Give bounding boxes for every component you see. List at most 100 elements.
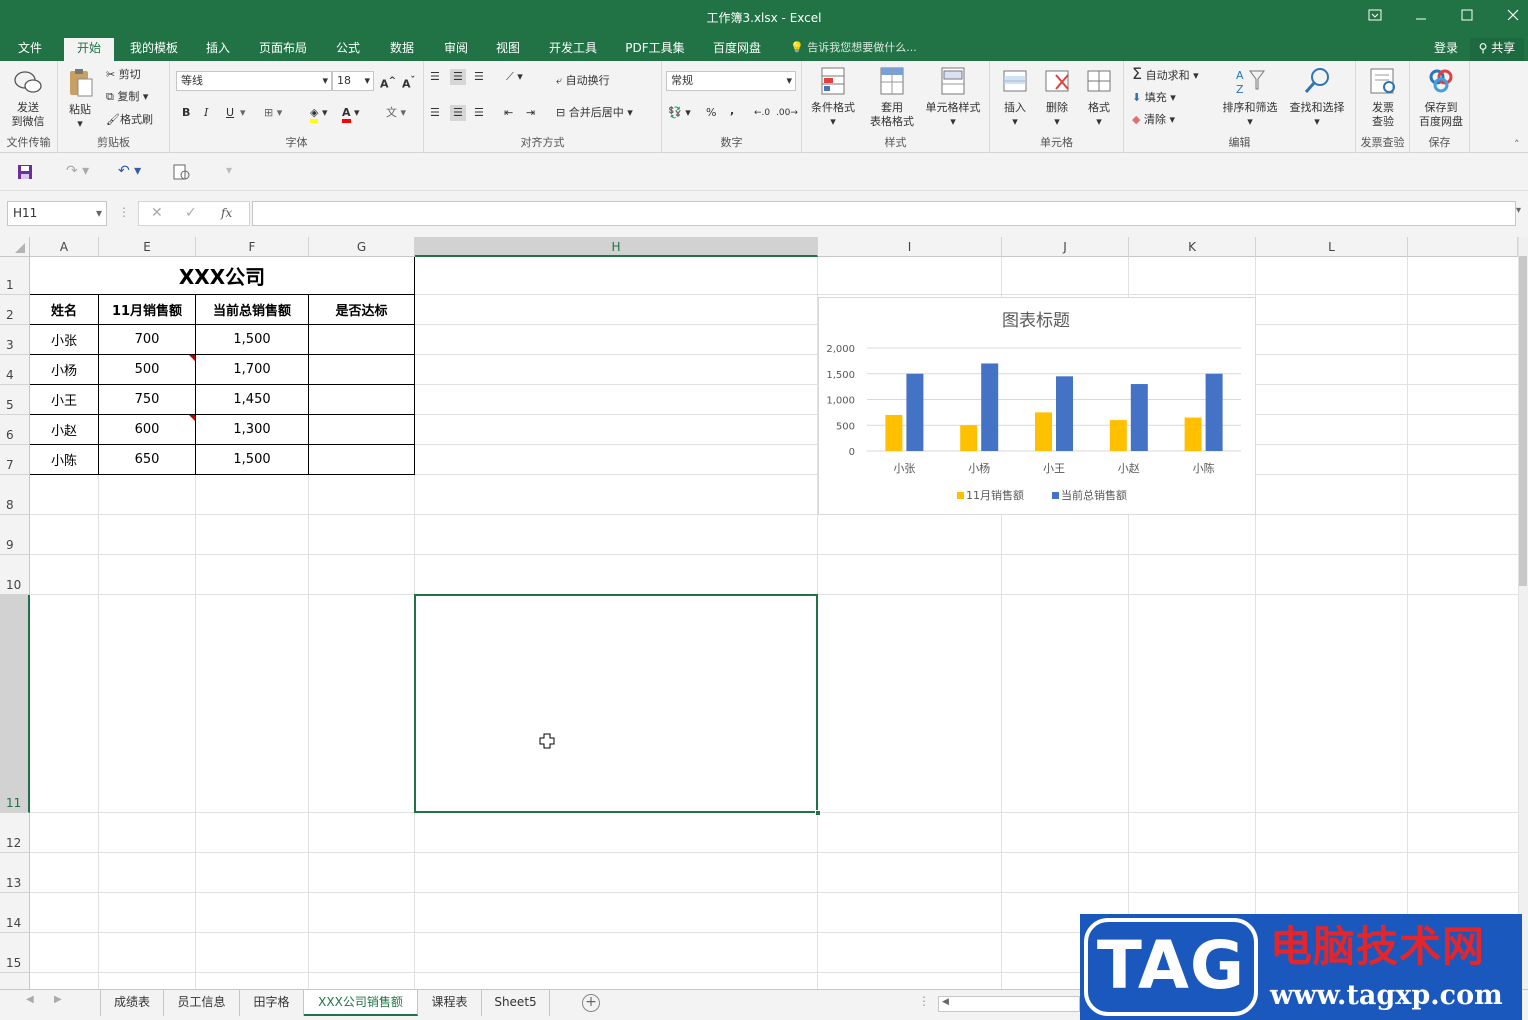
table-title[interactable]: XXX公司 [30, 257, 414, 294]
find-select-button[interactable]: 查找和选择 ▾ [1284, 65, 1350, 129]
column-chart[interactable]: 图表标题 0 500 1,000 1,500 2,000 小张 小杨 小王 小赵 小陈 11月销售额 当… [818, 297, 1256, 515]
table-cell[interactable]: 1,450 [196, 385, 308, 414]
formula-input[interactable] [252, 201, 1516, 226]
border-icon[interactable]: ⊞ ▾ [264, 105, 282, 121]
save-to-baidu-button[interactable]: 保存到 百度网盘 [1414, 65, 1468, 129]
percent-button[interactable]: % [706, 105, 716, 121]
row-header-1[interactable]: 1 [0, 257, 30, 295]
font-name-select[interactable]: 等线 ▾ [176, 71, 332, 91]
column-header-E[interactable]: E [99, 237, 196, 257]
align-center-icon[interactable]: ☰ [450, 105, 466, 121]
sheet-tab-active[interactable]: XXX公司销售额 [304, 990, 418, 1016]
ribbon-display-options-icon[interactable] [1360, 6, 1390, 26]
fill-handle[interactable] [815, 810, 821, 816]
format-painter-button[interactable]: 🖌格式刷 [106, 112, 153, 128]
column-header-H[interactable]: H [415, 237, 818, 257]
tab-home[interactable]: 开始 [64, 38, 114, 61]
minimize-icon[interactable] [1406, 6, 1436, 26]
table-cell[interactable]: 500 [99, 355, 195, 384]
orientation-icon[interactable]: ⟋ ▾ [506, 69, 523, 85]
row-header-9[interactable]: 9 [0, 515, 30, 555]
increase-font-icon[interactable]: A^ [380, 73, 396, 93]
table-cell[interactable]: 700 [99, 325, 195, 354]
table-cell[interactable]: 600 [99, 415, 195, 444]
phonetic-icon[interactable]: 文 ▾ [386, 105, 406, 121]
table-cell[interactable]: 1,300 [196, 415, 308, 444]
comma-button[interactable]: , [730, 103, 734, 119]
insert-function-icon[interactable]: fx [221, 206, 232, 220]
share-button[interactable]: ⚲ 共享 [1470, 38, 1524, 61]
cancel-icon[interactable]: ✕ [151, 205, 163, 221]
split-handle-icon[interactable]: ⋮ [918, 994, 930, 1008]
fill-color-button[interactable]: ◈ ▾ [310, 105, 328, 123]
send-to-wechat-button[interactable]: 发送 到微信 [6, 67, 50, 129]
tab-page-layout[interactable]: 页面布局 [250, 38, 316, 61]
row-header-10[interactable]: 10 [0, 555, 30, 595]
align-middle-icon[interactable]: ☰ [450, 69, 466, 85]
column-header-A[interactable]: A [30, 237, 99, 257]
row-header-3[interactable]: 3 [0, 325, 30, 355]
copy-button[interactable]: ⧉ 复制 ▾ [106, 89, 148, 105]
row-header-4[interactable]: 4 [0, 355, 30, 385]
horizontal-scrollbar[interactable]: ◀ [938, 996, 1080, 1012]
save-icon[interactable] [16, 163, 34, 184]
column-header-K[interactable]: K [1129, 237, 1256, 257]
column-header-F[interactable]: F [196, 237, 309, 257]
column-header-G[interactable]: G [309, 237, 415, 257]
name-box[interactable]: H11 ▾ [7, 201, 107, 226]
insert-cells-button[interactable]: 插入 ▾ [994, 65, 1036, 129]
tab-formulas[interactable]: 公式 [326, 38, 370, 61]
align-left-icon[interactable]: ☰ [430, 105, 440, 121]
comment-indicator-icon[interactable] [189, 355, 195, 361]
sheet-tab[interactable]: 员工信息 [164, 990, 240, 1016]
align-top-icon[interactable]: ☰ [430, 69, 440, 85]
bold-button[interactable]: B [182, 105, 190, 121]
tab-my-templates[interactable]: 我的模板 [122, 38, 186, 61]
tab-data[interactable]: 数据 [380, 38, 424, 61]
scroll-left-arrow-icon[interactable]: ◀ [942, 997, 949, 1007]
undo-icon[interactable]: ↶ ▾ [118, 163, 141, 179]
increase-indent-icon[interactable]: ⇥ [526, 105, 535, 121]
row-header-15[interactable]: 15 [0, 933, 30, 973]
clear-button[interactable]: ◆ 清除 ▾ [1132, 112, 1175, 128]
table-cell[interactable]: 1,500 [196, 325, 308, 354]
scroll-right-icon[interactable]: ▶ [54, 994, 62, 1005]
header-name[interactable]: 姓名 [30, 295, 98, 324]
header-target-met[interactable]: 是否达标 [309, 295, 414, 324]
vertical-scroll-thumb[interactable] [1519, 256, 1527, 586]
increase-decimal-icon[interactable]: ←.0 [754, 105, 770, 121]
collapse-ribbon-icon[interactable]: ˄ [1514, 137, 1520, 153]
worksheet-grid[interactable]: A E F G H I J K L 1 2 3 4 5 6 7 8 9 10 1… [0, 237, 1518, 989]
tab-insert[interactable]: 插入 [196, 38, 240, 61]
table-cell[interactable]: 小张 [30, 325, 98, 354]
sheet-tab[interactable]: Sheet5 [482, 990, 550, 1016]
selected-cell-H11[interactable] [414, 594, 818, 813]
autosum-button[interactable]: Σ 自动求和 ▾ [1132, 66, 1199, 84]
table-cell[interactable]: 小赵 [30, 415, 98, 444]
sheet-tab[interactable]: 课程表 [418, 990, 482, 1016]
paste-button[interactable]: 粘贴 ▾ [62, 67, 98, 131]
table-cell[interactable] [309, 385, 414, 414]
row-header-13[interactable]: 13 [0, 853, 30, 893]
tab-developer[interactable]: 开发工具 [540, 38, 606, 61]
header-total-sales[interactable]: 当前总销售额 [196, 295, 308, 324]
add-sheet-icon[interactable]: + [582, 994, 600, 1012]
tell-me-box[interactable]: 💡 告诉我您想要做什么... [790, 38, 917, 58]
expand-formula-icon[interactable]: ▾ [1516, 205, 1521, 216]
decrease-decimal-icon[interactable]: .00→ [776, 105, 798, 121]
row-header-2[interactable]: 2 [0, 295, 30, 325]
redo-icon[interactable]: ↷ ▾ [66, 163, 89, 179]
underline-dropdown-icon[interactable]: ▾ [240, 105, 246, 121]
align-bottom-icon[interactable]: ☰ [474, 69, 484, 85]
table-cell[interactable]: 650 [99, 445, 195, 474]
delete-cells-button[interactable]: 删除 ▾ [1036, 65, 1078, 129]
font-color-button[interactable]: A ▾ [342, 105, 360, 123]
table-cell[interactable]: 小王 [30, 385, 98, 414]
wrap-text-button[interactable]: ⤶ 自动换行 [556, 73, 610, 89]
invoice-check-button[interactable]: 发票 查验 [1362, 65, 1404, 129]
row-header-11[interactable]: 11 [0, 595, 30, 813]
tab-view[interactable]: 视图 [486, 38, 530, 61]
table-cell[interactable]: 小杨 [30, 355, 98, 384]
align-right-icon[interactable]: ☰ [474, 105, 484, 121]
sort-filter-button[interactable]: AZ 排序和筛选 ▾ [1218, 65, 1282, 129]
